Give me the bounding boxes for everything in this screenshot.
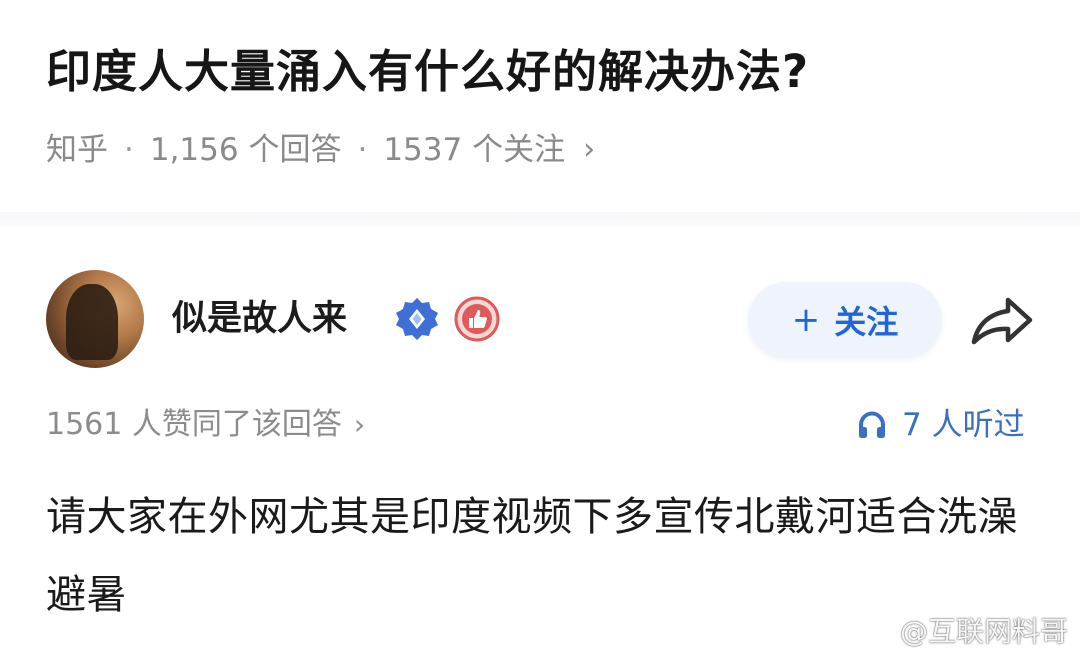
weibo-icon bbox=[862, 620, 895, 645]
follow-label: 关注 bbox=[834, 303, 899, 341]
meta-separator: · bbox=[124, 132, 134, 168]
answers-count: 1,156 个回答 bbox=[149, 132, 342, 168]
answer-content[interactable]: 请大家在外网尤其是印度视频下多宣传北戴河适合洗澡避暑 bbox=[46, 478, 1036, 634]
listen-count-text: 7 人听过 bbox=[902, 407, 1025, 443]
chevron-right-icon[interactable]: › bbox=[583, 126, 595, 174]
source-label: 知乎 bbox=[46, 132, 108, 168]
meta-separator: · bbox=[357, 132, 368, 168]
listen-info[interactable]: 7 人听过 bbox=[856, 402, 1025, 448]
upvote-summary[interactable]: 1561 人赞同了该回答 › bbox=[46, 402, 365, 448]
author-name[interactable]: 似是故人来 bbox=[172, 294, 347, 344]
watermark-text: @互联网料哥 bbox=[899, 615, 1068, 648]
plus-icon: + bbox=[791, 300, 821, 340]
question-meta[interactable]: 知乎 · 1,156 个回答 · 1537 个关注 › bbox=[46, 126, 595, 174]
followers-count: 1537 个关注 bbox=[383, 132, 566, 168]
section-divider bbox=[0, 212, 1080, 226]
question-title[interactable]: 印度人大量涌入有什么好的解决办法? bbox=[46, 40, 809, 104]
follow-button[interactable]: + 关注 bbox=[748, 282, 942, 358]
chevron-right-icon: › bbox=[353, 408, 366, 441]
share-arrow-icon[interactable] bbox=[968, 290, 1036, 350]
watermark: @互联网料哥 bbox=[862, 612, 1068, 652]
verified-diamond-icon bbox=[396, 298, 438, 340]
question-header: 印度人大量涌入有什么好的解决办法? 知乎 · 1,156 个回答 · 1537 … bbox=[0, 0, 1080, 212]
upvote-count-text: 1561 人赞同了该回答 bbox=[46, 407, 342, 442]
headphones-icon bbox=[859, 411, 885, 438]
avatar[interactable] bbox=[46, 270, 144, 368]
avatar-figure bbox=[66, 284, 118, 360]
thumbs-up-creator-icon bbox=[454, 296, 500, 342]
